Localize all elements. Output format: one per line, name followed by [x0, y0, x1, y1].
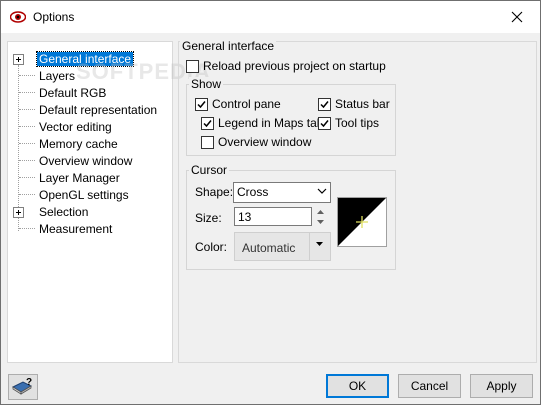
- expand-icon[interactable]: [13, 54, 24, 65]
- help-book-icon: ?: [11, 377, 32, 395]
- close-icon: [511, 11, 523, 23]
- tree-item-label: Overview window: [39, 154, 133, 168]
- size-input[interactable]: 13: [234, 207, 312, 226]
- window-title: Options: [33, 10, 75, 24]
- color-dropdown-button[interactable]: [309, 232, 331, 261]
- tree-item-label: OpenGL settings: [39, 188, 129, 202]
- size-value: 13: [238, 210, 252, 224]
- checkmark-icon: [203, 119, 212, 127]
- tree-item-selection[interactable]: Selection: [8, 204, 172, 221]
- cursor-preview: [337, 197, 387, 247]
- cancel-button[interactable]: Cancel: [398, 374, 461, 398]
- svg-text:?: ?: [26, 377, 32, 388]
- checkmark-icon: [197, 100, 206, 108]
- checkbox-label: Legend in Maps tab: [218, 116, 324, 130]
- shape-value: Cross: [237, 185, 269, 199]
- legend-in-maps-checkbox[interactable]: Legend in Maps tab: [201, 116, 323, 130]
- tree-item-label: Default representation: [39, 103, 158, 117]
- checkmark-icon: [320, 100, 329, 108]
- title-bar: Options: [1, 1, 540, 33]
- checkbox-box[interactable]: [318, 116, 331, 130]
- color-label: Color:: [195, 240, 228, 254]
- tree-item-memory-cache[interactable]: Memory cache: [8, 136, 172, 153]
- checkbox-label: Overview window: [218, 135, 312, 149]
- ok-button[interactable]: OK: [326, 374, 389, 398]
- cursor-preview-image: [338, 198, 386, 246]
- tree-item-overview-window[interactable]: Overview window: [8, 153, 172, 170]
- options-dialog: Options General interface Layers Default…: [0, 0, 541, 405]
- tree-item-label: Default RGB: [39, 86, 107, 100]
- general-interface-heading: General interface: [180, 39, 277, 53]
- cursor-group-title: Cursor: [189, 163, 230, 177]
- checkbox-label: Control pane: [212, 97, 281, 111]
- reload-project-checkbox[interactable]: Reload previous project on startup: [186, 59, 386, 73]
- tool-tips-checkbox[interactable]: Tool tips: [318, 116, 379, 130]
- tree-item-label: Vector editing: [39, 120, 112, 134]
- arrow-down-icon: [316, 242, 323, 246]
- options-tree[interactable]: General interface Layers Default RGB Def…: [7, 41, 173, 363]
- tree-item-default-rgb[interactable]: Default RGB: [8, 85, 172, 102]
- tree-item-measurement[interactable]: Measurement: [8, 221, 172, 238]
- checkbox-box[interactable]: [201, 135, 214, 149]
- color-picker[interactable]: Automatic: [234, 232, 310, 261]
- arrow-down-icon: [317, 219, 324, 224]
- size-label: Size:: [195, 211, 222, 225]
- tree-item-opengl-settings[interactable]: OpenGL settings: [8, 187, 172, 204]
- spin-up-button[interactable]: [313, 207, 328, 216]
- size-spinner: [313, 207, 328, 226]
- tree-item-label: Selection: [39, 205, 89, 219]
- tree-item-label: Layer Manager: [39, 171, 120, 185]
- tree-item-layer-manager[interactable]: Layer Manager: [8, 170, 172, 187]
- tree-item-vector-editing[interactable]: Vector editing: [8, 119, 172, 136]
- checkbox-box[interactable]: [195, 97, 208, 111]
- checkbox-label: Status bar: [335, 97, 390, 111]
- show-group-title: Show: [189, 77, 224, 91]
- chevron-down-icon: [317, 188, 327, 194]
- checkbox-box[interactable]: [186, 59, 199, 73]
- color-value: Automatic: [242, 241, 296, 255]
- shape-select[interactable]: Cross: [233, 182, 331, 203]
- control-pane-checkbox[interactable]: Control pane: [195, 97, 281, 111]
- eye-icon: [9, 10, 27, 24]
- checkbox-label: Tool tips: [335, 116, 380, 130]
- shape-label: Shape:: [195, 185, 234, 199]
- button-bar: ? OK Cancel Apply: [1, 367, 540, 404]
- tree-item-label: Layers: [39, 69, 76, 83]
- tree-item-default-representation[interactable]: Default representation: [8, 102, 172, 119]
- close-button[interactable]: [494, 1, 540, 33]
- help-button[interactable]: ?: [8, 374, 38, 400]
- tree-item-label: Memory cache: [39, 137, 118, 151]
- checkmark-icon: [320, 119, 329, 127]
- arrow-up-icon: [317, 209, 324, 214]
- checkbox-label: Reload previous project on startup: [203, 59, 386, 73]
- overview-window-checkbox[interactable]: Overview window: [201, 135, 311, 149]
- status-bar-checkbox[interactable]: Status bar: [318, 97, 390, 111]
- expand-icon[interactable]: [13, 207, 24, 218]
- spin-down-button[interactable]: [313, 217, 328, 226]
- tree-item-label: Measurement: [39, 222, 113, 236]
- checkbox-box[interactable]: [318, 97, 331, 111]
- checkbox-box[interactable]: [201, 116, 214, 130]
- apply-button[interactable]: Apply: [470, 374, 533, 398]
